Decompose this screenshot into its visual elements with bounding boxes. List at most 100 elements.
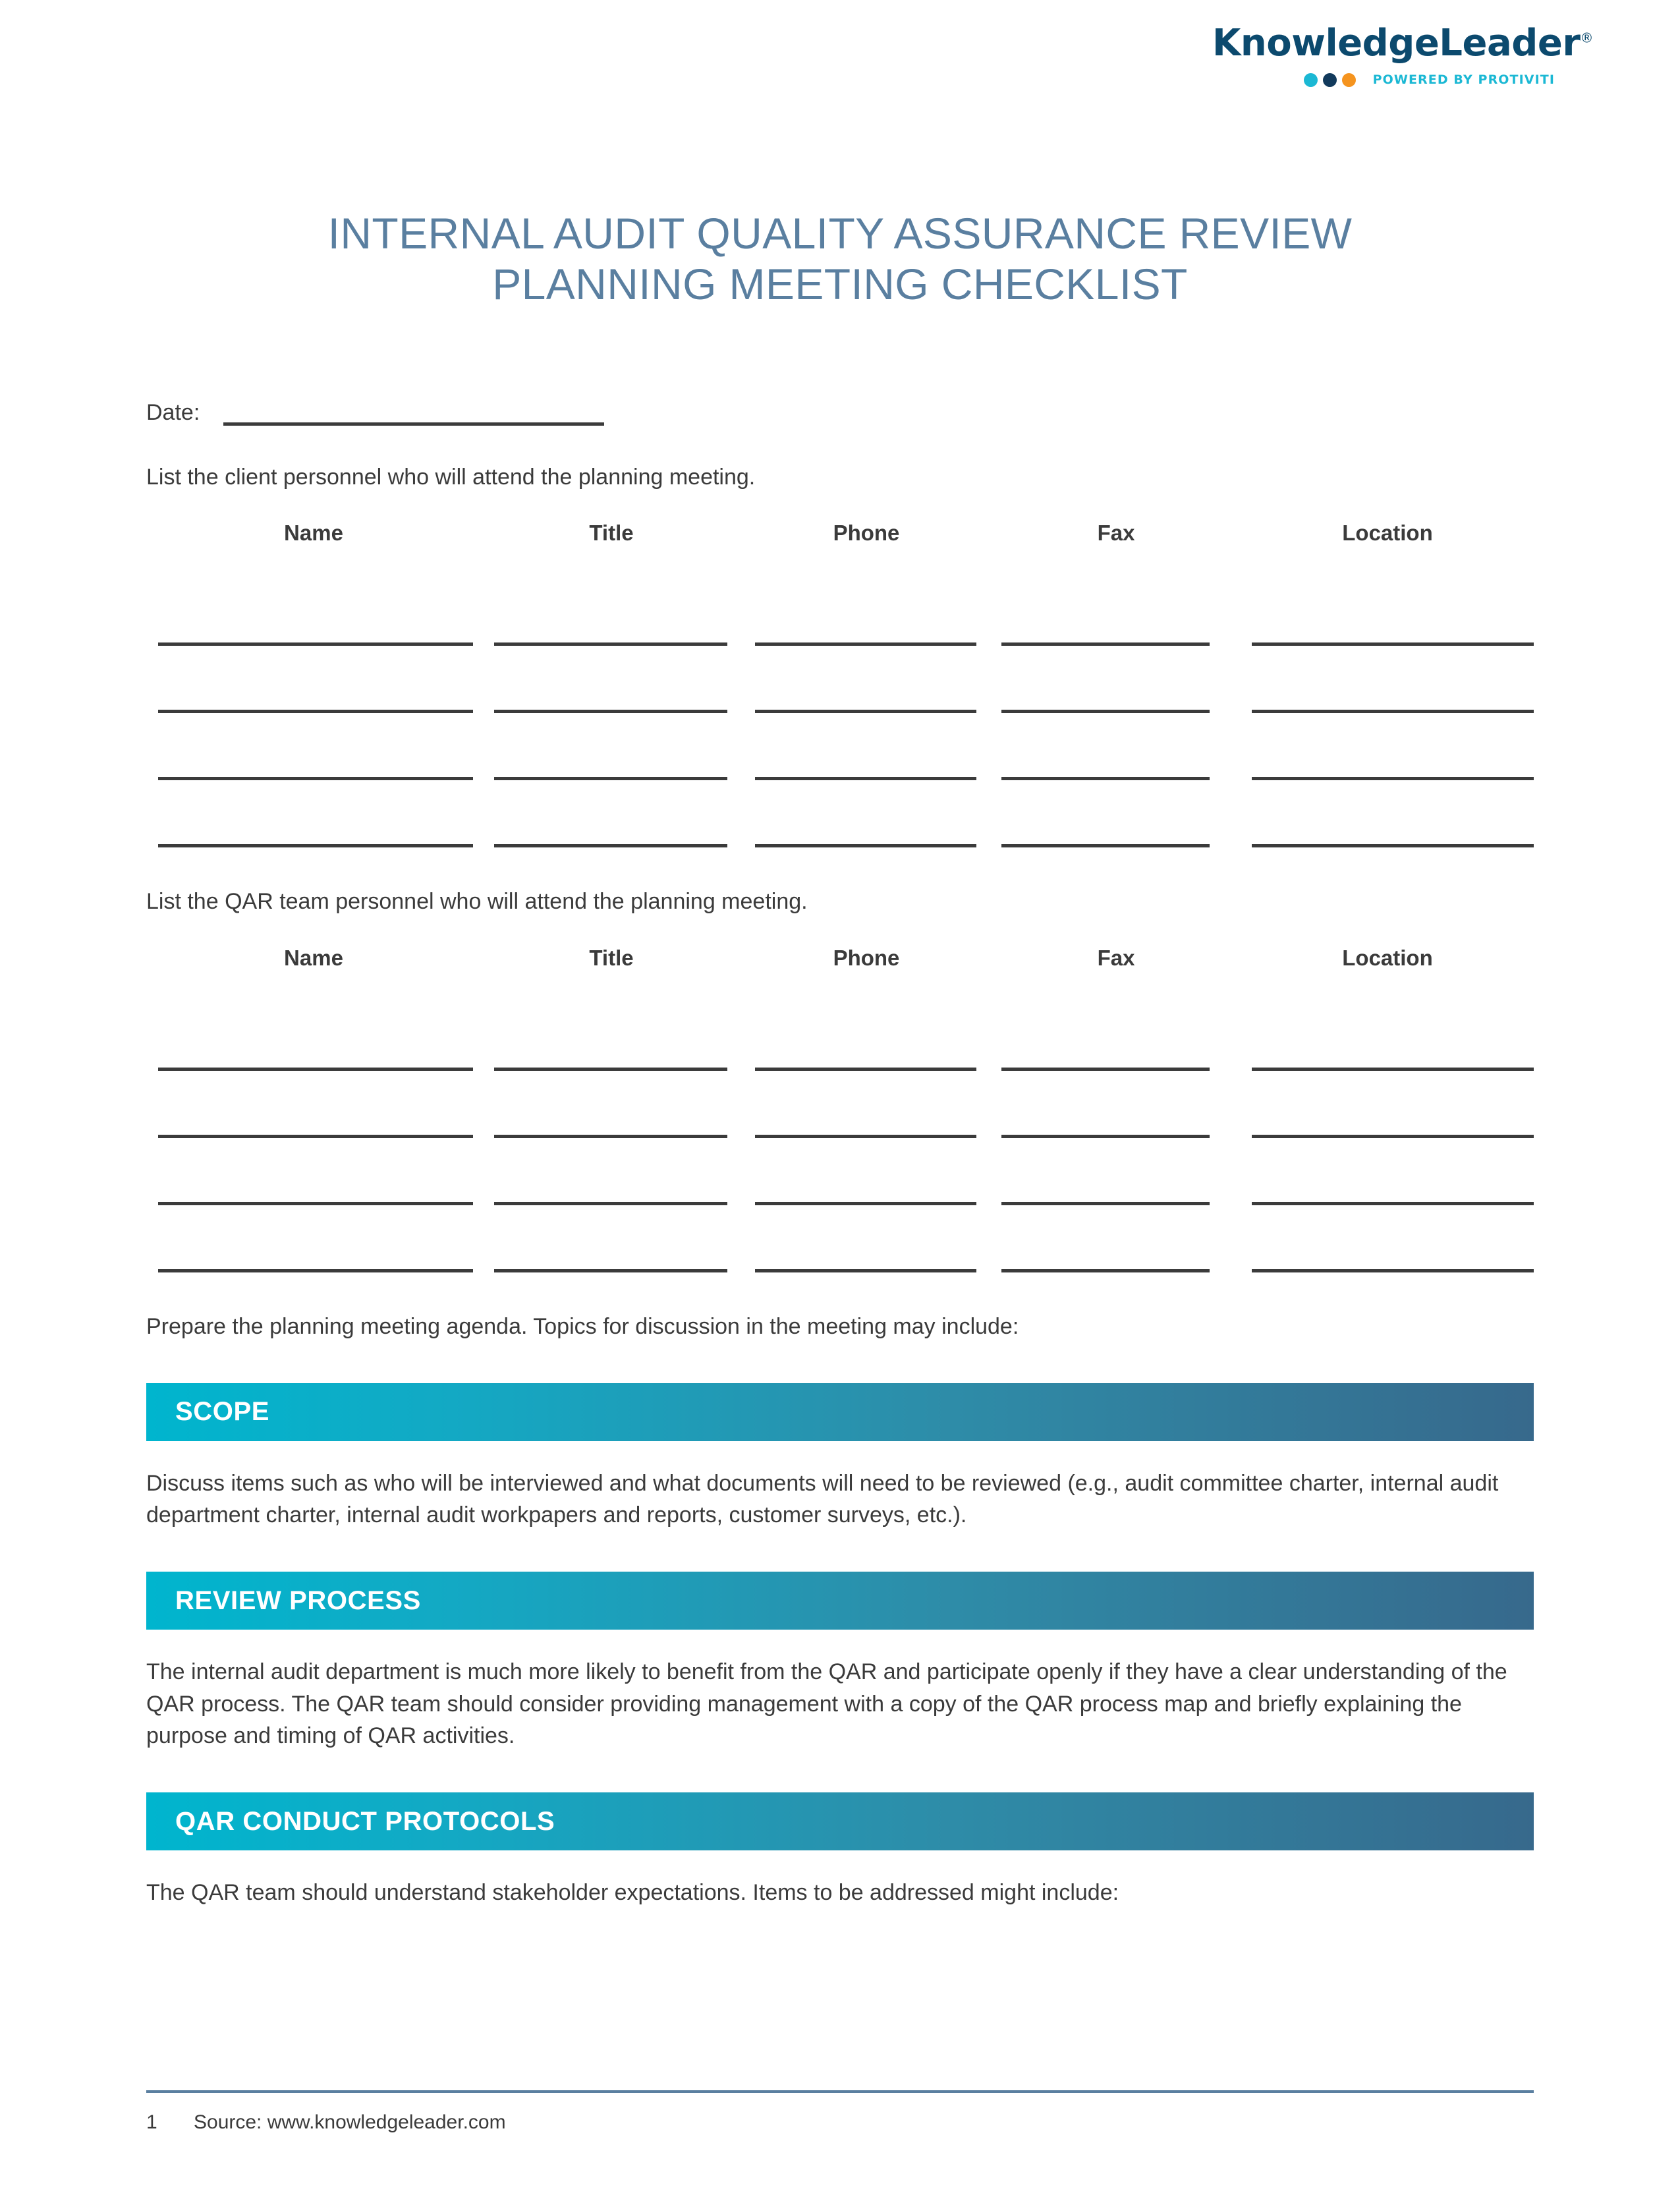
blank-line [158, 777, 473, 781]
blank-line [755, 710, 976, 714]
client-cell-title-4[interactable] [481, 844, 742, 848]
section-body-qar-conduct-protocols: The QAR team should understand stakehold… [146, 1880, 1119, 1906]
client-cell-fax-2[interactable] [991, 710, 1241, 714]
blank-line [755, 642, 976, 646]
blank-line [1252, 1201, 1534, 1205]
client-cell-name-1[interactable] [146, 642, 481, 646]
date-input[interactable] [223, 396, 605, 426]
qar-cell-location-4[interactable] [1241, 1269, 1534, 1272]
qar-table-rows [146, 1004, 1534, 1272]
client-cell-name-4[interactable] [146, 844, 481, 848]
blank-line [158, 1067, 473, 1071]
qar-table-col-phone: Phone [833, 945, 900, 970]
footer-divider [146, 2090, 1534, 2093]
qar-cell-phone-4[interactable] [742, 1269, 991, 1272]
client-cell-location-4[interactable] [1241, 844, 1534, 848]
qar-cell-location-2[interactable] [1241, 1134, 1534, 1138]
section-body-scope: Discuss items such as who will be interv… [146, 1470, 1499, 1528]
blank-line [1252, 844, 1534, 848]
qar-cell-location-1[interactable] [1241, 1067, 1534, 1071]
qar-table-col-location: Location [1342, 945, 1433, 970]
blank-line [755, 1067, 976, 1071]
client-table-col-phone: Phone [833, 521, 900, 546]
qar-cell-fax-2[interactable] [991, 1134, 1241, 1138]
client-table-lead-in: List the client personnel who will atten… [146, 465, 756, 490]
blank-line [1252, 777, 1534, 781]
blank-line [1252, 1269, 1534, 1272]
agenda-intro-text: Prepare the planning meeting agenda. Top… [146, 1313, 1019, 1339]
logo-wordmark-text: KnowledgeLeader [1212, 22, 1581, 65]
table-row [146, 780, 1534, 848]
blank-line [1001, 1201, 1210, 1205]
client-cell-title-1[interactable] [481, 642, 742, 646]
client-table-col-title: Title [589, 521, 634, 546]
brand-tagline-row: POWERED BY PROTIVITI [1212, 72, 1555, 87]
qar-personnel-table: Name Title Phone Fax Location [146, 946, 1534, 1272]
qar-cell-fax-3[interactable] [991, 1201, 1241, 1205]
client-cell-location-2[interactable] [1241, 710, 1534, 714]
blank-line [158, 1201, 473, 1205]
qar-cell-name-3[interactable] [146, 1201, 481, 1205]
client-cell-phone-4[interactable] [742, 844, 991, 848]
section-heading-review-process: REVIEW PROCESS [175, 1585, 421, 1615]
blank-line [158, 844, 473, 848]
client-cell-location-3[interactable] [1241, 777, 1534, 781]
client-table-col-fax: Fax [1097, 521, 1135, 546]
qar-cell-name-1[interactable] [146, 1067, 481, 1071]
client-personnel-table: Name Title Phone Fax Location [146, 521, 1534, 848]
footer-source: Source: www.knowledgeleader.com [194, 2111, 506, 2133]
section-heading-qar-conduct-protocols: QAR CONDUCT PROTOCOLS [175, 1806, 555, 1836]
document-body: Date: List the client personnel who will… [146, 389, 1534, 1908]
table-row [146, 1138, 1534, 1205]
client-cell-name-2[interactable] [146, 710, 481, 714]
client-table-col-name: Name [284, 521, 343, 546]
document-page: KnowledgeLeader® POWERED BY PROTIVITI IN… [0, 0, 1680, 2197]
blank-line [494, 1269, 727, 1272]
qar-cell-name-4[interactable] [146, 1269, 481, 1272]
client-cell-phone-2[interactable] [742, 710, 991, 714]
section-body-review-process: The internal audit department is much mo… [146, 1659, 1507, 1748]
blank-line [1001, 1067, 1210, 1071]
qar-cell-title-3[interactable] [481, 1201, 742, 1205]
section-heading-scope: SCOPE [175, 1397, 270, 1427]
brand-dot-cyan-icon [1303, 72, 1318, 87]
blank-line [755, 1269, 976, 1272]
section-banner-review-process: REVIEW PROCESS [146, 1572, 1534, 1630]
qar-cell-fax-1[interactable] [991, 1067, 1241, 1071]
client-cell-location-1[interactable] [1241, 642, 1534, 646]
qar-cell-title-1[interactable] [481, 1067, 742, 1071]
client-cell-title-2[interactable] [481, 710, 742, 714]
client-cell-phone-3[interactable] [742, 777, 991, 781]
blank-line [1001, 1269, 1210, 1272]
qar-cell-name-2[interactable] [146, 1134, 481, 1138]
blank-line [755, 777, 976, 781]
client-cell-phone-1[interactable] [742, 642, 991, 646]
blank-line [494, 710, 727, 714]
qar-cell-title-2[interactable] [481, 1134, 742, 1138]
table-row [146, 1071, 1534, 1138]
blank-line [158, 710, 473, 714]
qar-cell-location-3[interactable] [1241, 1201, 1534, 1205]
blank-line [1252, 1134, 1534, 1138]
blank-line [494, 777, 727, 781]
blank-line [494, 844, 727, 848]
page-title: INTERNAL AUDIT QUALITY ASSURANCE REVIEW … [145, 208, 1535, 309]
qar-cell-title-4[interactable] [481, 1269, 742, 1272]
section-banner-qar-conduct-protocols: QAR CONDUCT PROTOCOLS [146, 1792, 1534, 1851]
client-cell-fax-3[interactable] [991, 777, 1241, 781]
qar-cell-phone-2[interactable] [742, 1134, 991, 1138]
blank-line [1252, 642, 1534, 646]
client-cell-title-3[interactable] [481, 777, 742, 781]
table-row [146, 646, 1534, 714]
blank-line [755, 1134, 976, 1138]
qar-cell-fax-4[interactable] [991, 1269, 1241, 1272]
qar-table-lead-in: List the QAR team personnel who will att… [146, 889, 808, 915]
qar-cell-phone-3[interactable] [742, 1201, 991, 1205]
brand-dots-icon [1303, 72, 1356, 87]
brand-tagline: POWERED BY PROTIVITI [1372, 72, 1555, 87]
client-table-header-row: Name Title Phone Fax Location [146, 521, 1534, 546]
client-cell-fax-4[interactable] [991, 844, 1241, 848]
qar-cell-phone-1[interactable] [742, 1067, 991, 1071]
client-cell-name-3[interactable] [146, 777, 481, 781]
client-cell-fax-1[interactable] [991, 642, 1241, 646]
